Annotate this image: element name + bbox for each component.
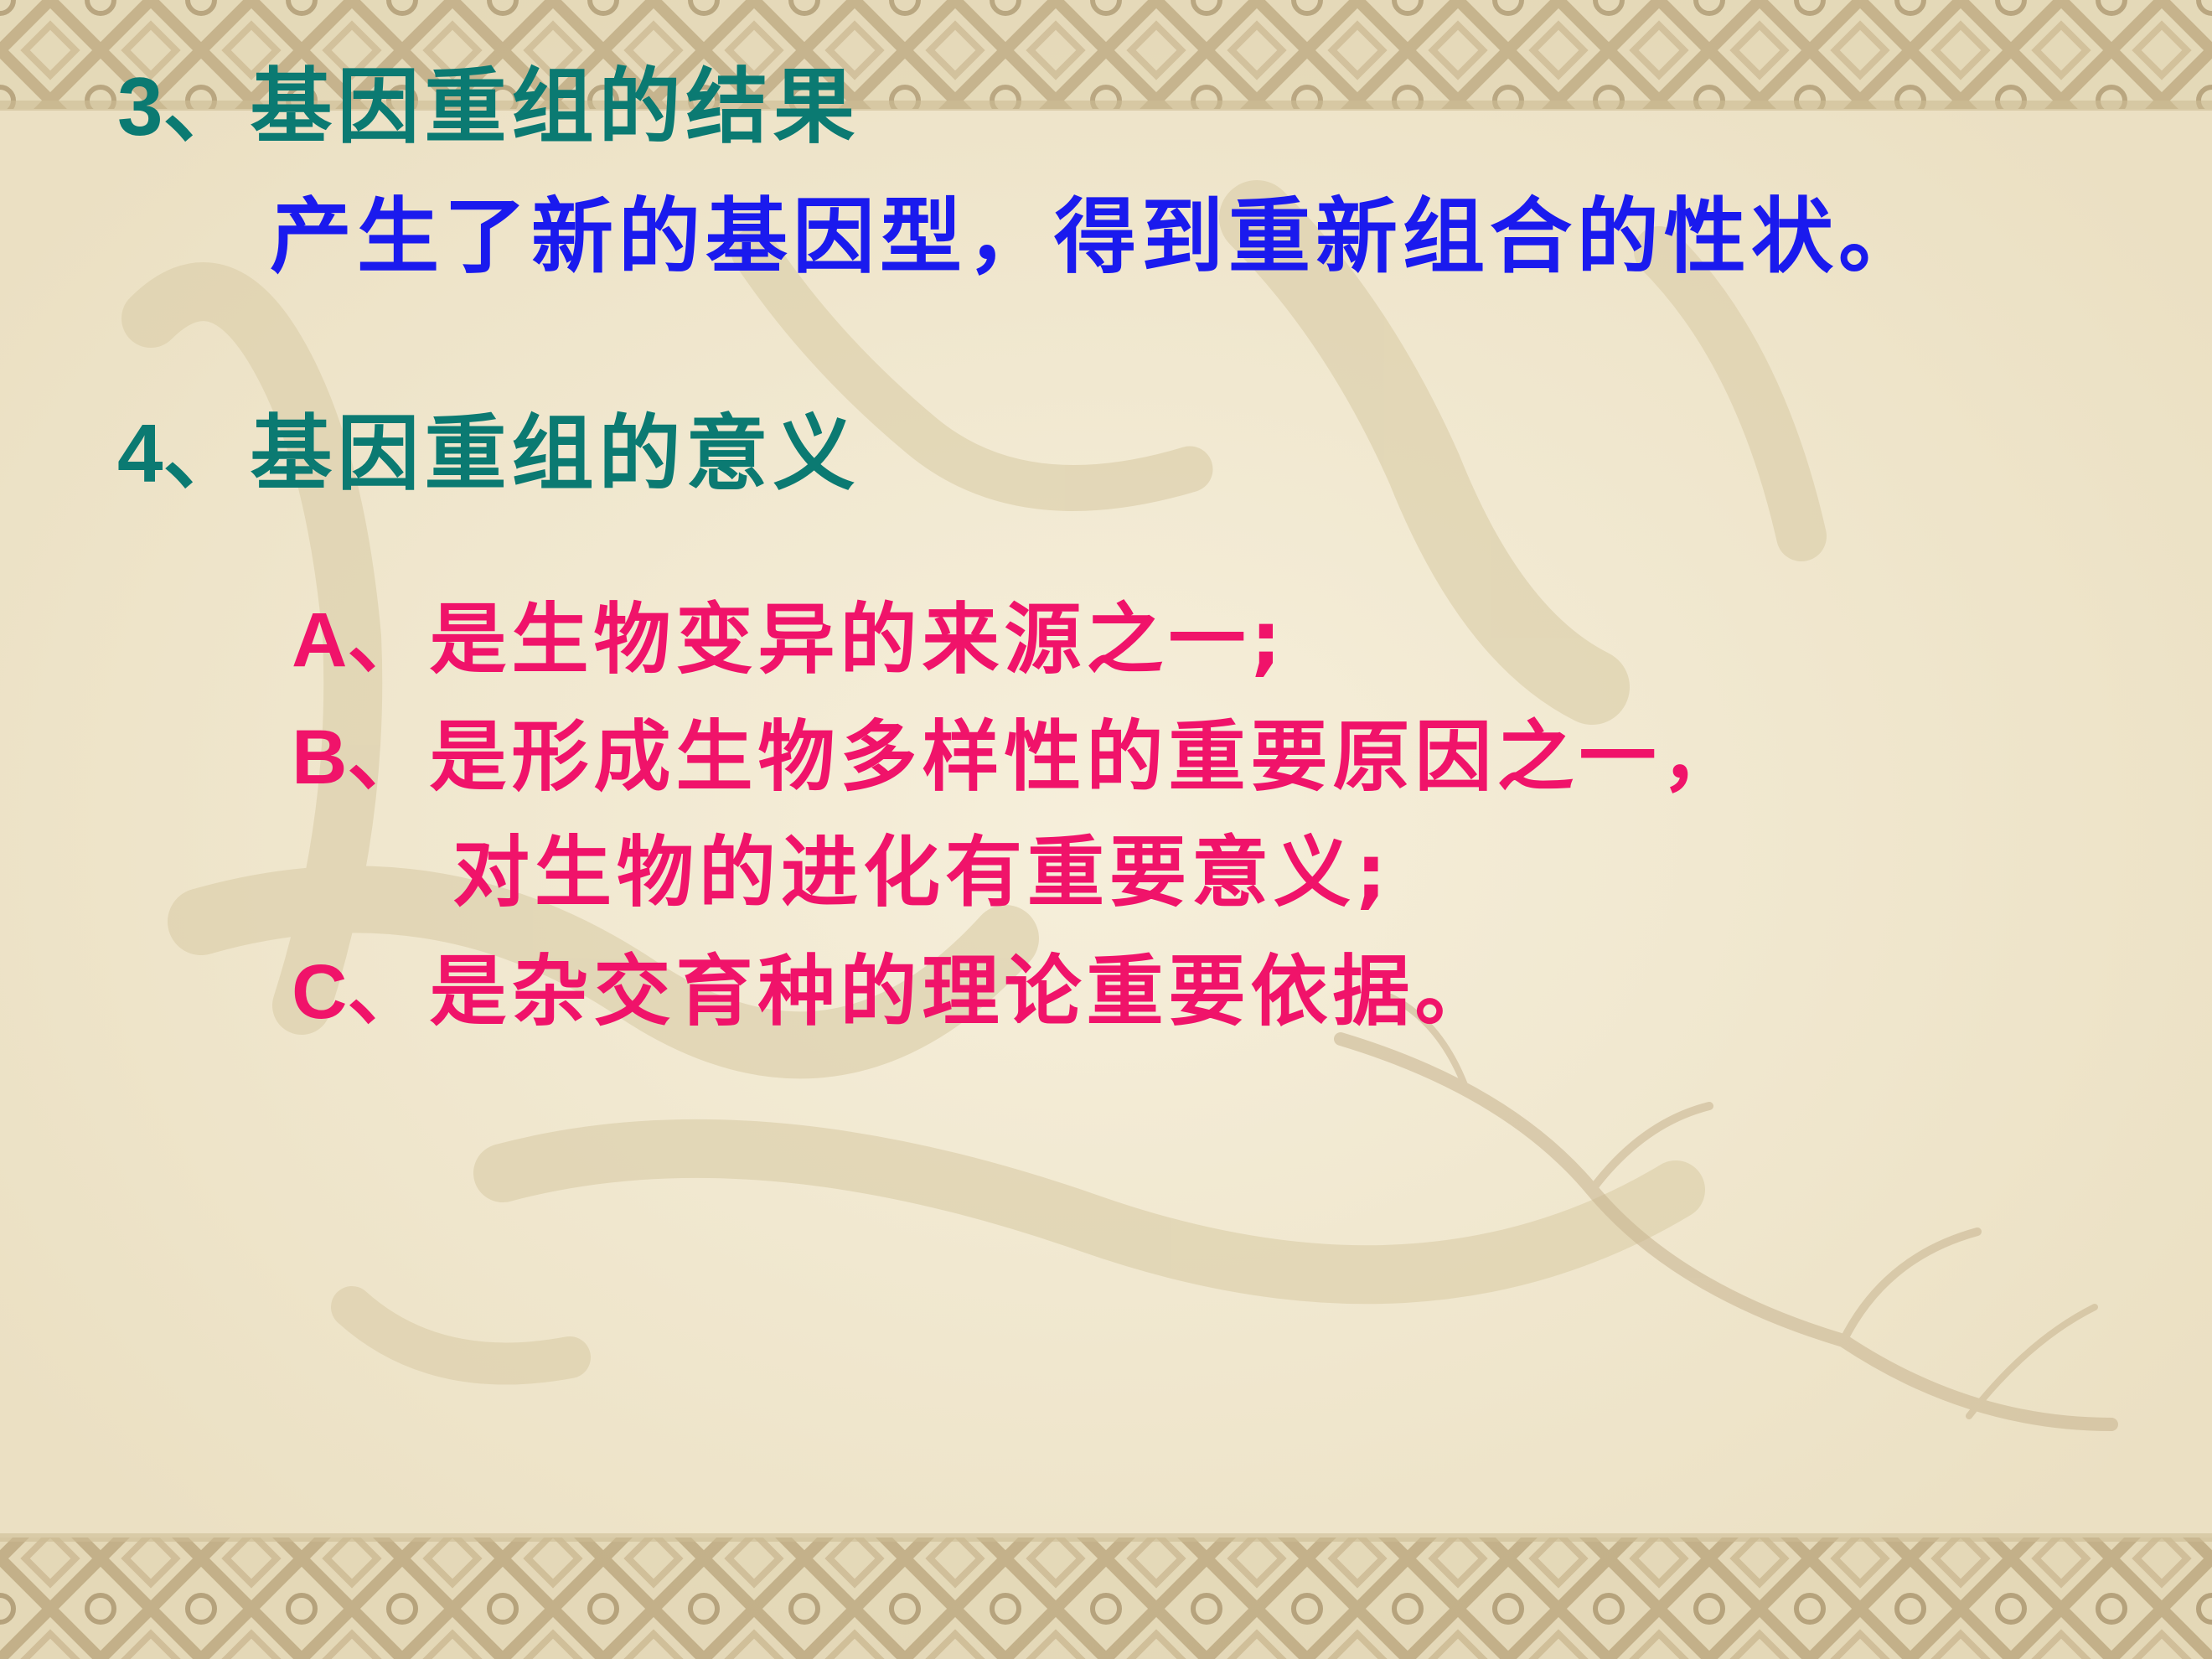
heading-result: 3、基因重组的结果 (117, 65, 861, 148)
item-b-text: 、是形成生物多样性的重要原因之一， (347, 712, 1744, 802)
heading-result-text: 、基因重组的结果 (163, 59, 861, 155)
heading-significance: 4、基因重组的意义 (117, 412, 861, 495)
item-a-text: 、是生物变异的来源之一; (347, 595, 1287, 685)
slide: 3、基因重组的结果 产生了新的基因型，得到重新组合的性状。 4、基因重组的意义 … (0, 0, 2212, 1659)
item-b-letter: B (292, 715, 348, 800)
heading-significance-number: 4 (117, 407, 163, 499)
result-description: 产生了新的基因型，得到重新组合的性状。 (270, 189, 1926, 285)
significance-item-b: B、是形成生物多样性的重要原因之一， (292, 719, 1743, 797)
bottom-border-pattern (0, 1538, 2212, 1659)
item-c-text: 、是杂交育种的理论重要依据。 (347, 947, 1497, 1036)
significance-item-a: A、是生物变异的来源之一; (292, 602, 1286, 680)
significance-item-b-continuation: 对生物的进化有重要意义; (452, 828, 1392, 917)
heading-result-number: 3 (117, 60, 163, 152)
significance-item-c: C、是杂交育种的理论重要依据。 (292, 954, 1496, 1031)
heading-significance-text: 、基因重组的意义 (163, 406, 861, 502)
item-c-letter: C (292, 949, 348, 1035)
item-a-letter: A (292, 597, 348, 683)
